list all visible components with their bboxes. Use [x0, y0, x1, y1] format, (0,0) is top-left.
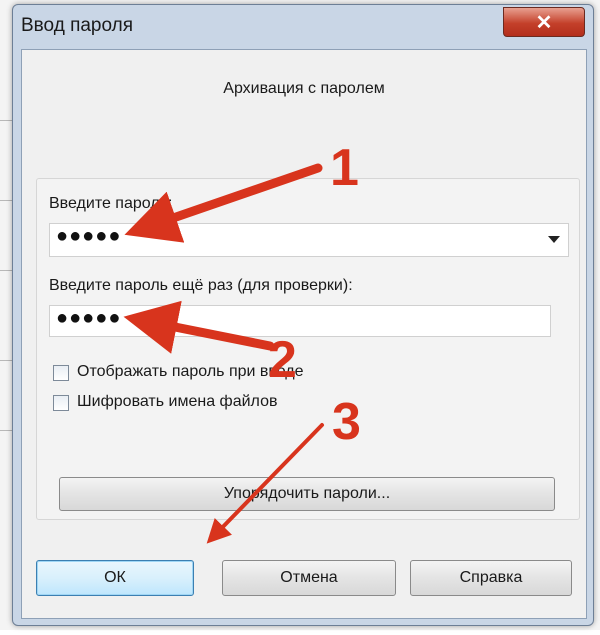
confirm-password-input[interactable]: ●●●●● [49, 305, 551, 337]
close-button[interactable]: ✕ [503, 7, 585, 37]
password-dialog: Ввод пароля ✕ Архивация с паролем Введит… [12, 4, 594, 626]
encrypt-names-checkbox[interactable] [53, 395, 69, 411]
ok-button[interactable]: ОК [36, 560, 194, 596]
encrypt-names-label[interactable]: Шифровать имена файлов [77, 393, 277, 411]
dialog-body: Архивация с паролем Введите пароль: ●●●●… [21, 49, 587, 619]
confirm-password-value: ●●●●● [56, 307, 122, 329]
dialog-subtitle: Архивация с паролем [223, 80, 385, 97]
password-group: Введите пароль: ●●●●● Введите пароль ещё… [36, 178, 580, 520]
password-label: Введите пароль: [49, 195, 173, 212]
show-password-label[interactable]: Отображать пароль при вводе [77, 363, 303, 381]
help-button[interactable]: Справка [410, 560, 572, 596]
password-input[interactable]: ●●●●● [49, 223, 569, 257]
close-icon: ✕ [535, 12, 553, 34]
chevron-down-icon[interactable] [548, 236, 560, 243]
show-password-checkbox[interactable] [53, 365, 69, 381]
confirm-password-label: Введите пароль ещё раз (для проверки): [49, 277, 353, 294]
dialog-title: Ввод пароля [21, 15, 134, 36]
title-bar[interactable]: Ввод пароля ✕ [13, 5, 593, 49]
cancel-button[interactable]: Отмена [222, 560, 396, 596]
organize-passwords-button[interactable]: Упорядочить пароли... [59, 477, 555, 511]
password-value: ●●●●● [56, 225, 122, 247]
